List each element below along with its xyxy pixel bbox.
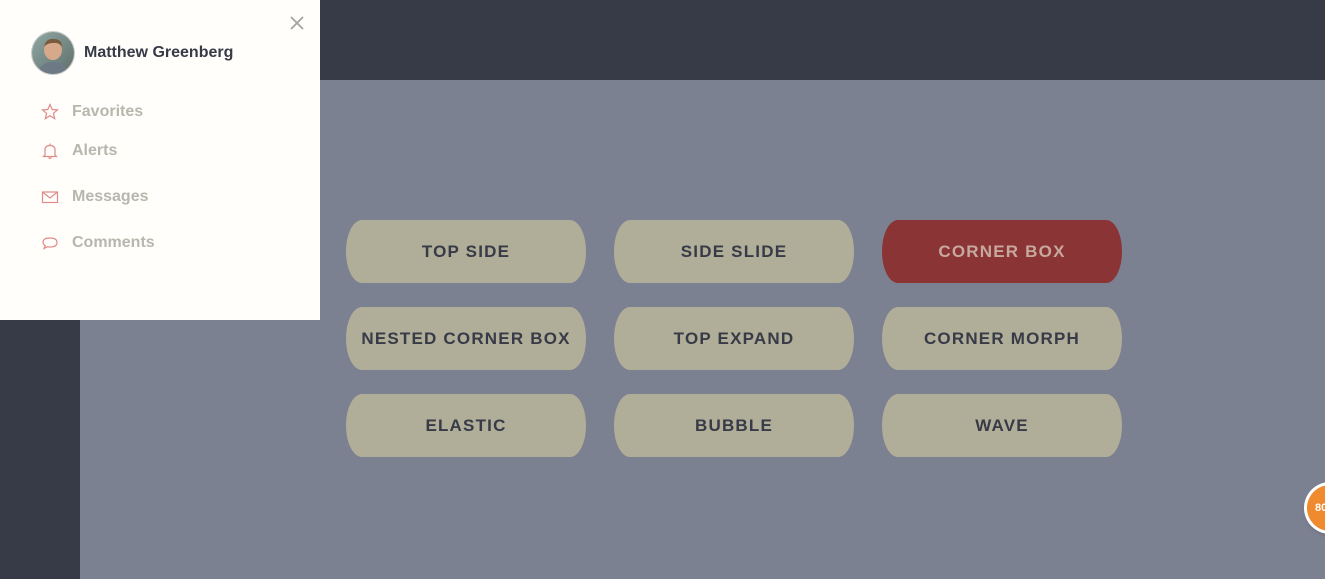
effect-button-side-slide[interactable]: SIDE SLIDE bbox=[614, 220, 854, 283]
effect-button-bubble[interactable]: BUBBLE bbox=[614, 394, 854, 457]
envelope-icon bbox=[41, 191, 59, 204]
effect-button-top-expand[interactable]: TOP EXPAND bbox=[614, 307, 854, 370]
menu-item-alerts[interactable]: Alerts bbox=[40, 128, 155, 174]
user-name[interactable]: Matthew Greenberg bbox=[84, 44, 233, 62]
menu-nav: Favorites Alerts Messages Comments bbox=[40, 96, 155, 266]
user-profile[interactable]: Matthew Greenberg bbox=[32, 32, 233, 74]
menu-item-label: Favorites bbox=[72, 103, 144, 120]
badge-count: 80 bbox=[1315, 502, 1325, 514]
effect-button-elastic[interactable]: ELASTIC bbox=[346, 394, 586, 457]
menu-item-label: Comments bbox=[72, 234, 155, 251]
effect-button-corner-box[interactable]: CORNER BOX bbox=[882, 220, 1122, 283]
menu-item-messages[interactable]: Messages bbox=[40, 174, 155, 220]
side-menu: Matthew Greenberg Favorites Alerts Messa… bbox=[0, 0, 320, 320]
comment-icon bbox=[42, 237, 58, 250]
effect-button-wave[interactable]: WAVE bbox=[882, 394, 1122, 457]
effect-button-top-side[interactable]: TOP SIDE bbox=[346, 220, 586, 283]
effects-button-grid: TOP SIDE SIDE SLIDE CORNER BOX NESTED CO… bbox=[346, 220, 1122, 457]
bell-icon bbox=[42, 143, 58, 160]
menu-item-label: Messages bbox=[72, 188, 149, 205]
star-icon bbox=[40, 103, 60, 120]
effect-button-nested-corner-box[interactable]: NESTED CORNER BOX bbox=[346, 307, 586, 370]
menu-item-comments[interactable]: Comments bbox=[40, 220, 155, 266]
effect-button-corner-morph[interactable]: CORNER MORPH bbox=[882, 307, 1122, 370]
close-icon-glyph bbox=[290, 16, 304, 30]
close-icon[interactable] bbox=[287, 14, 307, 34]
avatar[interactable] bbox=[32, 32, 74, 74]
menu-item-favorites[interactable]: Favorites bbox=[40, 96, 155, 128]
menu-item-label: Alerts bbox=[72, 142, 118, 159]
